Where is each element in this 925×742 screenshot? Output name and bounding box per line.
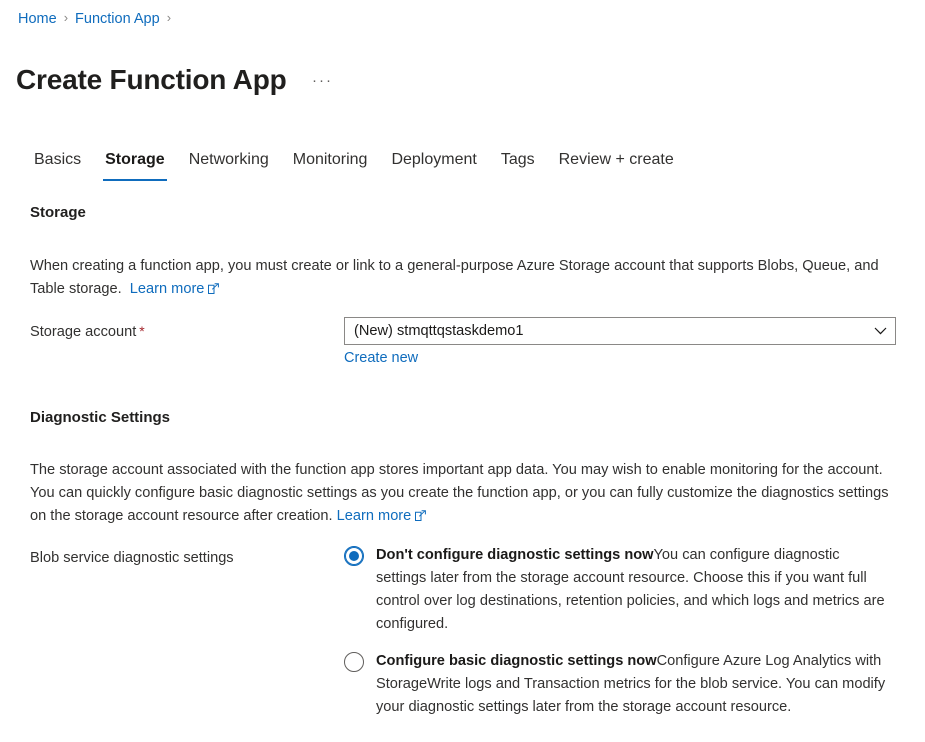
diagnostic-learn-more-link[interactable]: Learn more (337, 508, 427, 524)
diagnostic-section-description: The storage account associated with the … (30, 459, 896, 528)
diagnostic-description-text: The storage account associated with the … (30, 462, 889, 524)
radio-option-dont-configure-text: Don't configure diagnostic settings nowY… (376, 544, 893, 636)
storage-account-label: Storage account * (30, 321, 145, 343)
external-link-icon (415, 510, 427, 521)
radio-button-unselected-icon (344, 652, 364, 672)
diagnostic-section-heading: Diagnostic Settings (30, 409, 171, 426)
radio-option-dont-configure-title: Don't configure diagnostic settings now (376, 547, 654, 563)
create-new-storage-account-link[interactable]: Create new (344, 348, 418, 368)
tab-storage[interactable]: Storage (93, 145, 177, 181)
radio-option-configure-basic-text: Configure basic diagnostic settings nowC… (376, 650, 893, 719)
tab-review-create[interactable]: Review + create (547, 145, 686, 181)
storage-account-label-text: Storage account (30, 324, 137, 340)
storage-account-selected-value: (New) stmqttqstaskdemo1 (354, 323, 524, 339)
tab-tags[interactable]: Tags (489, 145, 547, 181)
storage-learn-more-label: Learn more (129, 281, 205, 297)
more-options-button[interactable]: ··· (309, 70, 337, 96)
tab-deployment[interactable]: Deployment (379, 145, 488, 181)
page-header: Create Function App ··· (16, 42, 337, 118)
ellipsis-icon: ··· (312, 72, 333, 90)
wizard-tabs: Basics Storage Networking Monitoring Dep… (22, 145, 686, 181)
radio-button-selected-icon (344, 546, 364, 566)
storage-section-description: When creating a function app, you must c… (30, 255, 896, 301)
storage-section-heading: Storage (30, 204, 86, 221)
blob-diagnostic-settings-label: Blob service diagnostic settings (30, 550, 234, 566)
breadcrumb-item-function-app[interactable]: Function App (75, 11, 160, 27)
create-function-app-page: Home › Function App › Create Function App ·… (0, 0, 925, 742)
breadcrumb-item-home[interactable]: Home (18, 11, 57, 27)
breadcrumb: Home › Function App › (18, 9, 178, 29)
tab-basics[interactable]: Basics (22, 145, 93, 181)
radio-option-dont-configure[interactable]: Don't configure diagnostic settings nowY… (344, 544, 896, 636)
storage-account-dropdown[interactable]: (New) stmqttqstaskdemo1 (344, 317, 896, 345)
tab-monitoring[interactable]: Monitoring (281, 145, 380, 181)
breadcrumb-separator: › (63, 10, 69, 25)
required-asterisk: * (139, 323, 145, 339)
radio-option-configure-basic-title: Configure basic diagnostic settings now (376, 653, 657, 669)
external-link-icon (208, 283, 220, 294)
tab-networking[interactable]: Networking (177, 145, 281, 181)
page-title: Create Function App (16, 63, 287, 95)
storage-learn-more-link[interactable]: Learn more (130, 281, 220, 297)
breadcrumb-separator: › (166, 10, 172, 25)
chevron-down-icon (865, 327, 895, 335)
diagnostic-learn-more-label: Learn more (336, 508, 412, 524)
radio-option-configure-basic[interactable]: Configure basic diagnostic settings nowC… (344, 650, 896, 719)
blob-diagnostic-settings-radio-group: Don't configure diagnostic settings nowY… (344, 544, 896, 733)
